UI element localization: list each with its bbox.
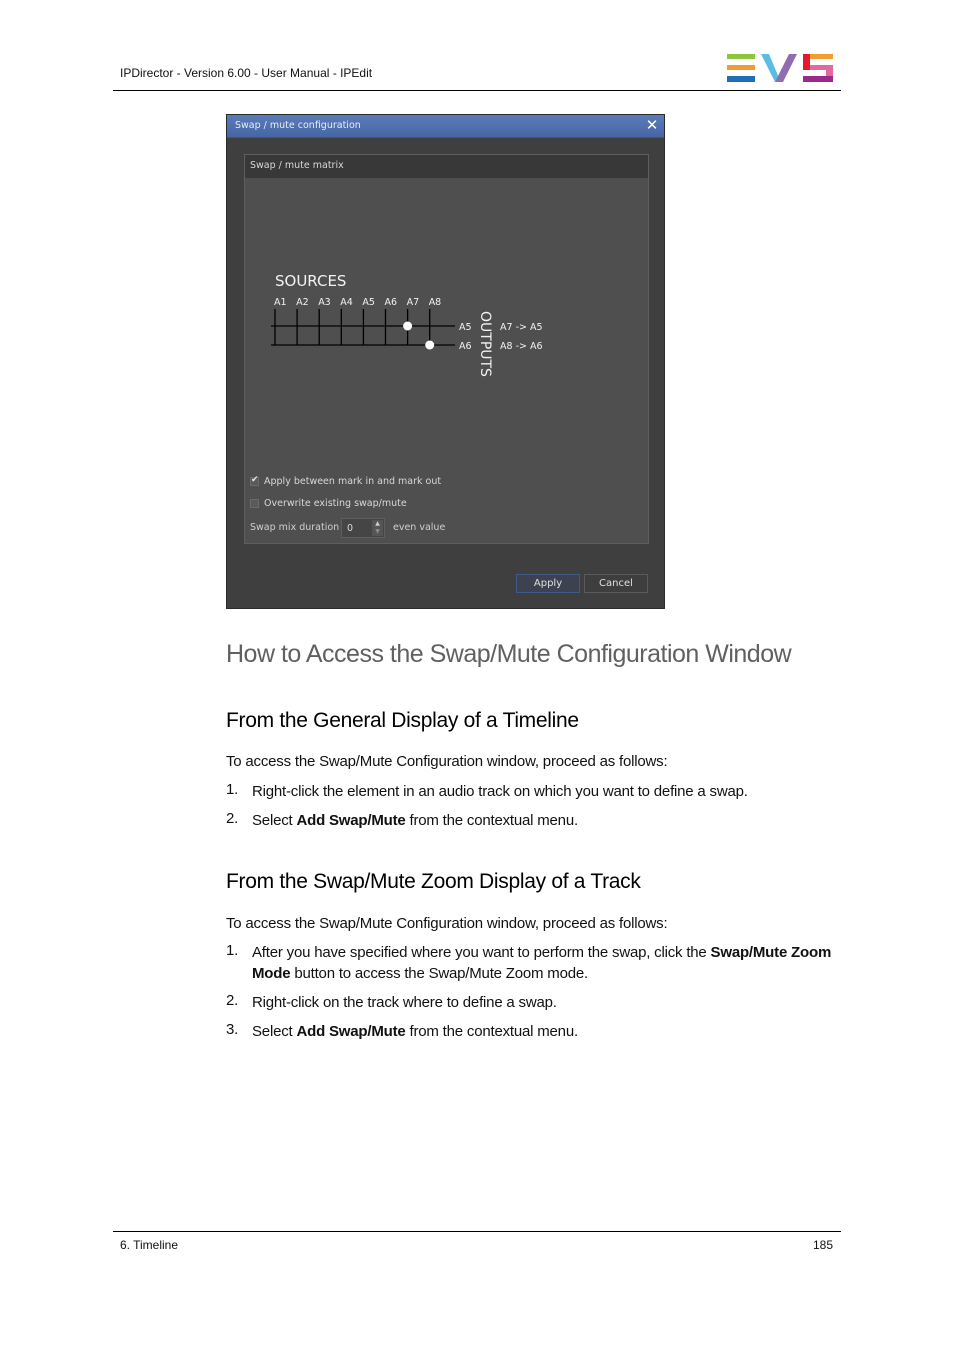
step-emphasis: Swap/Mute Zoom Mode — [252, 944, 832, 982]
source-label-a1: A1 — [274, 297, 287, 308]
logo-bar-blue — [727, 76, 755, 82]
swap-mix-duration-value[interactable]: 0 — [347, 523, 353, 534]
logo-s-orange — [810, 54, 833, 59]
connection-node-a7-a5[interactable] — [403, 321, 413, 331]
section2-intro: To access the Swap/Mute Configuration wi… — [226, 915, 668, 932]
logo-s-red — [803, 54, 810, 70]
step-text: Right-click on the track where to define… — [252, 994, 557, 1011]
overwrite-existing-label: Overwrite existing swap/mute — [264, 498, 407, 509]
section1-intro: To access the Swap/Mute Configuration wi… — [226, 753, 668, 770]
apply-between-marks-checkbox[interactable] — [250, 475, 259, 486]
mapping-a7-to-a5: A7 -> A5 — [500, 322, 543, 333]
source-label-a8: A8 — [429, 297, 442, 308]
page-heading: How to Access the Swap/Mute Configuratio… — [226, 640, 792, 668]
source-label-a3: A3 — [318, 297, 331, 308]
logo-s-magenta — [803, 76, 833, 82]
step-text: Right-click the element in an audio trac… — [252, 783, 748, 800]
apply-between-marks-label: Apply between mark in and mark out — [264, 476, 442, 487]
step-text: Select Add Swap/Mute from the contextual… — [252, 1023, 578, 1040]
apply-button[interactable]: Apply — [516, 574, 580, 593]
document-header-title: IPDirector - Version 6.00 - User Manual … — [120, 66, 373, 80]
source-label-a5: A5 — [362, 297, 375, 308]
logo-bar-green — [727, 54, 755, 59]
logo-v-right — [775, 54, 797, 82]
footer-chapter: 6. Timeline — [120, 1238, 179, 1252]
page-number: 185 — [812, 1238, 833, 1252]
step-number: 3. — [226, 1021, 239, 1038]
cancel-button[interactable]: Cancel — [584, 574, 648, 593]
sources-label: SOURCES — [275, 272, 346, 290]
source-label-a6: A6 — [385, 297, 398, 308]
source-label-a7: A7 — [407, 297, 420, 308]
header-rule — [113, 90, 841, 91]
step-text: Select Add Swap/Mute from the contextual… — [252, 812, 578, 829]
mapping-a8-to-a6: A8 -> A6 — [500, 341, 543, 352]
step-number: 1. — [226, 942, 239, 959]
overwrite-existing-option[interactable]: Overwrite existing swap/mute — [250, 498, 407, 509]
footer-rule — [113, 1231, 841, 1232]
logo-v-left — [761, 54, 779, 82]
output-label-a5: A5 — [459, 322, 472, 333]
dialog-title: Swap / mute configuration — [235, 120, 361, 131]
section-heading-general-display: From the General Display of a Timeline — [226, 709, 579, 732]
source-label-a2: A2 — [296, 297, 309, 308]
logo-bar-orange — [727, 65, 755, 70]
swap-mute-matrix-panel: Swap / mute matrix SOURCES A1 A2 A3 A4 A5 A6 A… — [244, 154, 649, 544]
swap-mute-dialog: Swap / mute configuration ✕ Swap / mute … — [226, 114, 665, 609]
swap-mix-duration-label: Swap mix duration — [250, 522, 340, 533]
swap-mix-duration-stepper[interactable]: 0 ▲ ▼ — [341, 518, 385, 538]
output-label-a6: A6 — [459, 341, 472, 352]
step-number: 2. — [226, 992, 239, 1009]
section-heading-zoom-display: From the Swap/Mute Zoom Display of a Tra… — [226, 870, 641, 893]
step-number: 2. — [226, 810, 239, 827]
overwrite-existing-checkbox[interactable] — [250, 499, 259, 508]
close-icon[interactable]: ✕ — [645, 118, 659, 133]
step-emphasis: Add Swap/Mute — [296, 1023, 406, 1040]
outputs-label: OUTPUTS — [477, 311, 493, 377]
step-text: After you have specified where you want … — [252, 944, 832, 982]
step-number: 1. — [226, 781, 239, 798]
connection-node-a8-a6[interactable] — [425, 340, 435, 350]
evs-logo — [727, 54, 833, 82]
apply-between-marks-option[interactable]: Apply between mark in and mark out — [250, 475, 442, 487]
decrement-arrow-icon[interactable]: ▼ — [372, 528, 383, 536]
even-value-hint: even value — [393, 522, 446, 533]
step-emphasis: Add Swap/Mute — [296, 812, 406, 829]
source-label-a4: A4 — [340, 297, 353, 308]
dialog-titlebar[interactable]: Swap / mute configuration ✕ — [227, 115, 664, 138]
increment-arrow-icon[interactable]: ▲ — [372, 520, 383, 528]
